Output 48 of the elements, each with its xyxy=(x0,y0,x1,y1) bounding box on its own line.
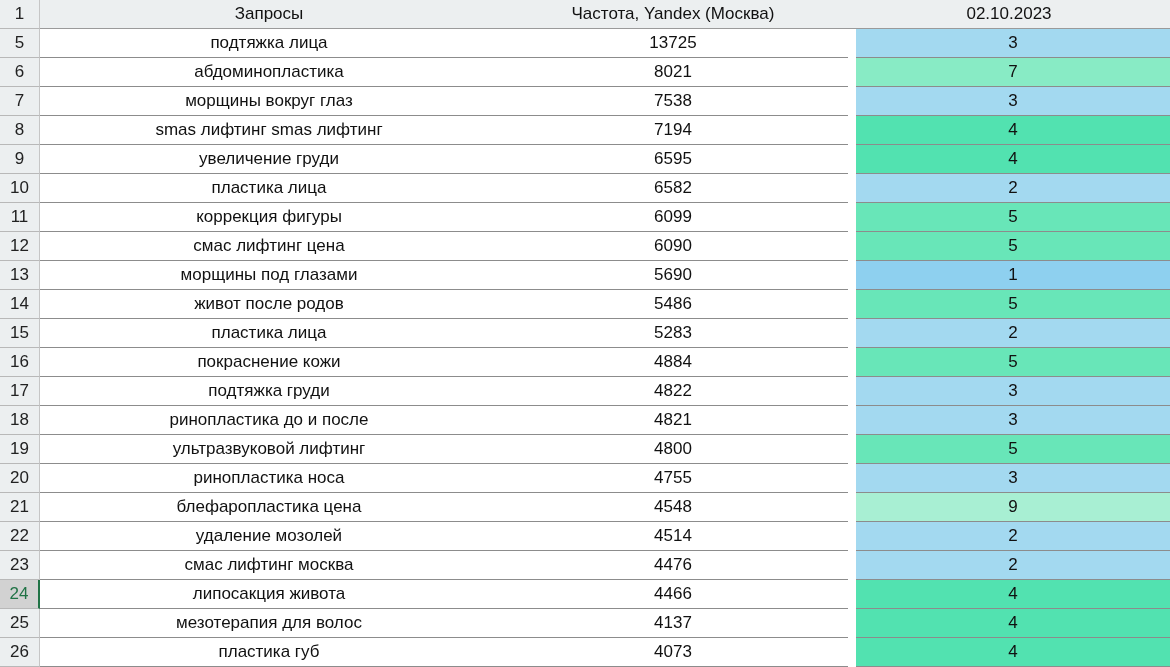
row-header[interactable]: 24 xyxy=(0,580,40,609)
row-header[interactable]: 6 xyxy=(0,58,40,87)
table-cell: 5 xyxy=(856,348,1170,377)
table-cell: 2 xyxy=(856,522,1170,551)
row-header[interactable]: 19 xyxy=(0,435,40,464)
row-header[interactable]: 15 xyxy=(0,319,40,348)
table-cell: 3 xyxy=(856,29,1170,58)
row-header[interactable]: 10 xyxy=(0,174,40,203)
row-header[interactable]: 16 xyxy=(0,348,40,377)
row-header[interactable]: 18 xyxy=(0,406,40,435)
table-cell: 4 xyxy=(856,609,1170,638)
table-cell: 1 xyxy=(856,261,1170,290)
table-cell: 5 xyxy=(856,232,1170,261)
row-header[interactable]: 8 xyxy=(0,116,40,145)
column-heading: Частота, Yandex (Москва) xyxy=(498,0,848,29)
row-header[interactable]: 26 xyxy=(0,638,40,667)
table-cell: 9 xyxy=(856,493,1170,522)
row-header[interactable]: 5 xyxy=(0,29,40,58)
row-header[interactable]: 13 xyxy=(0,261,40,290)
table-cell: 3 xyxy=(856,406,1170,435)
row-header[interactable]: 22 xyxy=(0,522,40,551)
row-header[interactable]: 11 xyxy=(0,203,40,232)
table-cell: 5 xyxy=(856,435,1170,464)
table-cell: 4 xyxy=(856,638,1170,667)
table-cell: 4 xyxy=(856,580,1170,609)
column-heading: Запросы xyxy=(40,0,498,29)
table-cell: 2 xyxy=(856,174,1170,203)
table-cell: 5 xyxy=(856,290,1170,319)
row-header[interactable]: 25 xyxy=(0,609,40,638)
table-cell: 4 xyxy=(856,145,1170,174)
table-cell: 5 xyxy=(856,203,1170,232)
table-cell: 2 xyxy=(856,551,1170,580)
table-cell: 3 xyxy=(856,87,1170,116)
row-header[interactable]: 23 xyxy=(0,551,40,580)
table-cell: 3 xyxy=(856,377,1170,406)
table-cell: 7 xyxy=(856,58,1170,87)
table-cell: 2 xyxy=(856,319,1170,348)
row-header[interactable]: 12 xyxy=(0,232,40,261)
column-heading: 02.10.2023 xyxy=(848,0,1170,29)
row-header[interactable]: 14 xyxy=(0,290,40,319)
table-cell: 4 xyxy=(856,116,1170,145)
row-header[interactable]: 21 xyxy=(0,493,40,522)
row-header[interactable]: 20 xyxy=(0,464,40,493)
row-header[interactable]: 1 xyxy=(0,0,40,29)
row-header[interactable]: 17 xyxy=(0,377,40,406)
row-header[interactable]: 7 xyxy=(0,87,40,116)
table-cell: 3 xyxy=(856,464,1170,493)
row-header[interactable]: 9 xyxy=(0,145,40,174)
